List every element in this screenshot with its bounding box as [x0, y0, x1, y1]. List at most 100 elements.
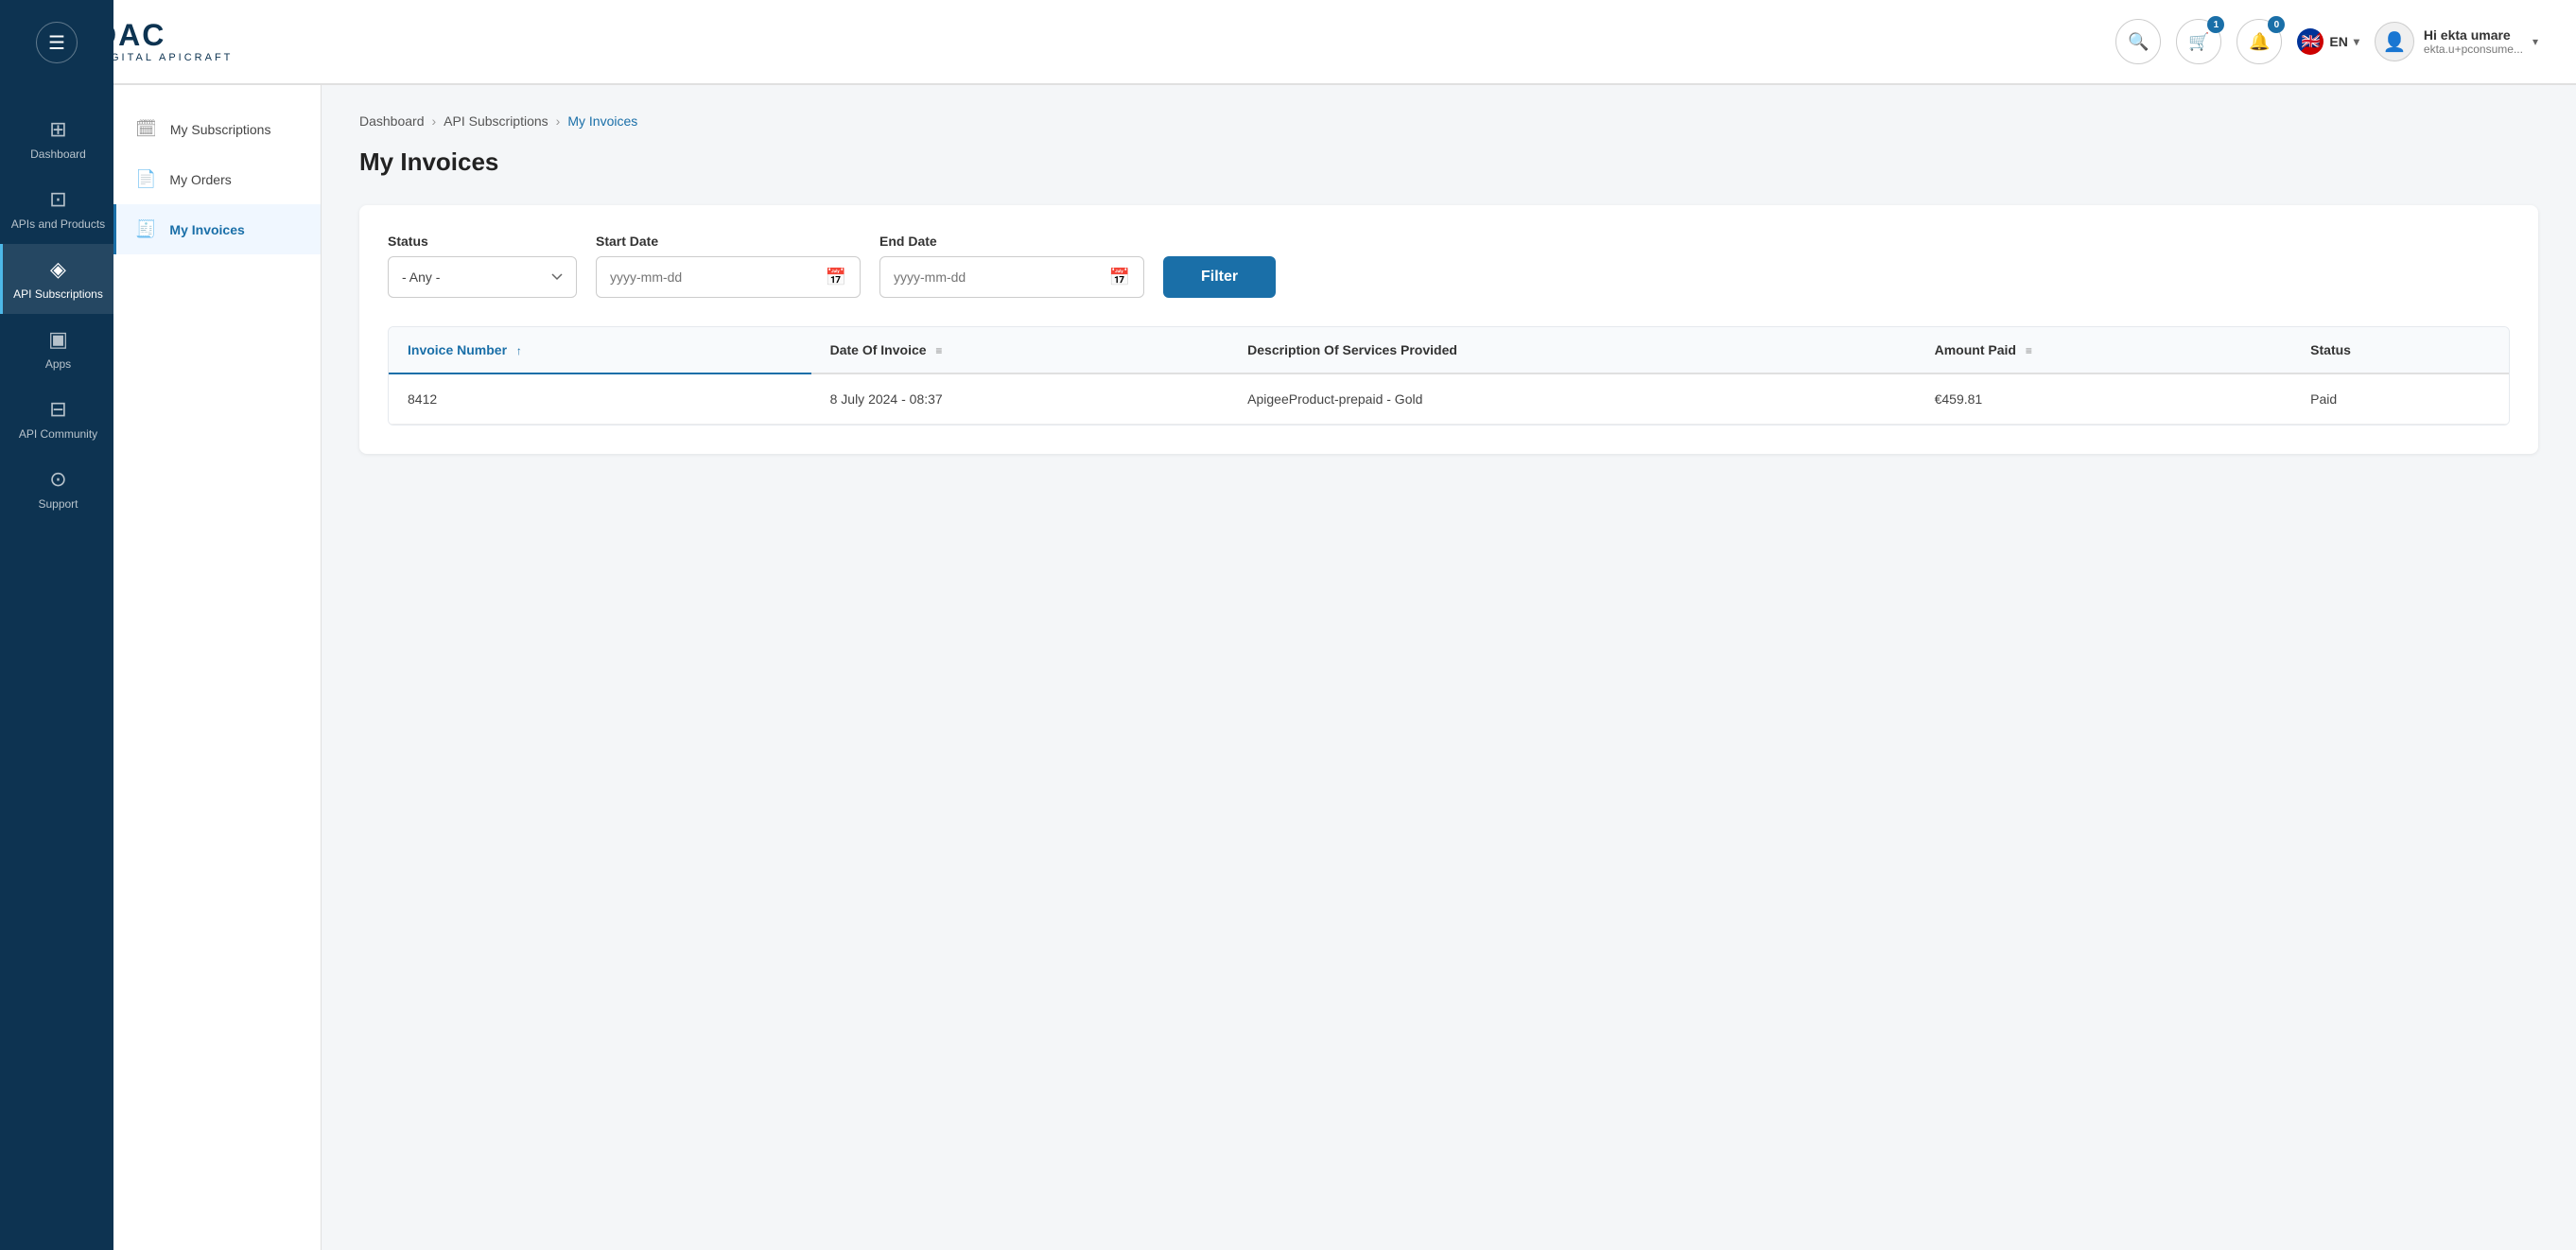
- filter-button[interactable]: Filter: [1163, 256, 1276, 298]
- cart-button[interactable]: 🛒 1: [2176, 19, 2221, 64]
- breadcrumb-my-invoices: My Invoices: [567, 113, 637, 129]
- breadcrumb-api-subscriptions[interactable]: API Subscriptions: [444, 113, 548, 129]
- sidebar-item-dashboard-label: Dashboard: [30, 148, 86, 161]
- table-body: 8412 8 July 2024 - 08:37 ApigeeProduct-p…: [389, 373, 2509, 425]
- notifications-badge: 0: [2268, 16, 2285, 33]
- breadcrumb-sep-1: ›: [432, 113, 437, 129]
- sub-sidebar: 🗓 My Subscriptions 📄 My Orders 🧾 My Invo…: [113, 85, 322, 1250]
- sidebar-item-api-subscriptions[interactable]: ◈ API Subscriptions: [0, 244, 113, 314]
- end-date-calendar-icon[interactable]: 📅: [1109, 268, 1130, 287]
- table-row[interactable]: 8412 8 July 2024 - 08:37 ApigeeProduct-p…: [389, 373, 2509, 425]
- sidebar-item-apis-label: APIs and Products: [11, 217, 105, 231]
- sidebar-toggle-header[interactable]: ☰: [0, 0, 113, 85]
- sidebar: ⊞ Dashboard ⊡ APIs and Products ◈ API Su…: [0, 85, 113, 1250]
- cell-description: ApigeeProduct-prepaid - Gold: [1228, 373, 1915, 425]
- header: ☰ DAC DIGITAL APICRAFT 🔍 🛒 1 🔔 0 🇬🇧 EN ▾…: [0, 0, 2576, 85]
- sub-sidebar-my-orders-label: My Orders: [169, 172, 231, 187]
- col-amount-paid-label: Amount Paid: [1935, 342, 2016, 357]
- sidebar-item-apis[interactable]: ⊡ APIs and Products: [0, 174, 113, 244]
- logo-text: DAC: [95, 20, 233, 50]
- user-menu[interactable]: 👤 Hi ekta umare ekta.u+pconsume... ▾: [2375, 22, 2538, 61]
- col-date-of-invoice-label: Date Of Invoice: [830, 342, 927, 357]
- breadcrumb-sep-2: ›: [556, 113, 561, 129]
- sidebar-item-dashboard[interactable]: ⊞ Dashboard: [0, 104, 113, 174]
- sidebar-item-api-community[interactable]: ⊟ API Community: [0, 384, 113, 454]
- logo-sub: DIGITAL APICRAFT: [95, 52, 233, 63]
- cell-invoice-number: 8412: [389, 373, 811, 425]
- invoices-card: Status - Any - Start Date 📅 End Date: [359, 205, 2538, 454]
- cell-status: Paid: [2291, 373, 2509, 425]
- filter-row: Status - Any - Start Date 📅 End Date: [388, 234, 2510, 298]
- support-icon: ⊙: [49, 467, 66, 492]
- cart-icon: 🛒: [2188, 32, 2209, 52]
- sidebar-item-api-community-label: API Community: [19, 427, 97, 441]
- my-invoices-icon: 🧾: [135, 219, 156, 239]
- filter-end-date-group: End Date 📅: [879, 234, 1144, 298]
- apps-icon: ▣: [48, 327, 68, 352]
- page-title: My Invoices: [359, 148, 2538, 177]
- sidebar-item-support-label: Support: [38, 497, 78, 511]
- user-avatar: 👤: [2375, 22, 2414, 61]
- api-subscriptions-icon: ◈: [50, 257, 66, 282]
- sidebar-item-api-subscriptions-label: API Subscriptions: [13, 287, 103, 301]
- status-select[interactable]: - Any -: [388, 256, 577, 298]
- invoices-table: Invoice Number ↑ Date Of Invoice ≡ Descr…: [389, 327, 2509, 425]
- cart-badge: 1: [2207, 16, 2224, 33]
- breadcrumb-dashboard[interactable]: Dashboard: [359, 113, 425, 129]
- my-orders-icon: 📄: [135, 169, 156, 189]
- col-description: Description Of Services Provided: [1228, 327, 1915, 373]
- col-amount-paid[interactable]: Amount Paid ≡: [1916, 327, 2292, 373]
- invoices-table-wrapper: Invoice Number ↑ Date Of Invoice ≡ Descr…: [388, 326, 2510, 425]
- apis-icon: ⊡: [49, 187, 66, 212]
- sidebar-item-support[interactable]: ⊙ Support: [0, 454, 113, 524]
- filter-status-group: Status - Any -: [388, 234, 577, 298]
- sub-sidebar-my-invoices-label: My Invoices: [169, 222, 244, 237]
- lang-chevron-icon: ▾: [2354, 35, 2359, 48]
- sidebar-item-apps[interactable]: ▣ Apps: [0, 314, 113, 384]
- sub-sidebar-item-my-orders[interactable]: 📄 My Orders: [113, 154, 321, 204]
- dashboard-icon: ⊞: [49, 117, 66, 142]
- notifications-icon: 🔔: [2249, 32, 2270, 52]
- main-content: Dashboard › API Subscriptions › My Invoi…: [322, 85, 2576, 1250]
- sub-sidebar-item-my-invoices[interactable]: 🧾 My Invoices: [113, 204, 321, 254]
- col-date-of-invoice[interactable]: Date Of Invoice ≡: [811, 327, 1229, 373]
- cell-amount-paid: €459.81: [1916, 373, 2292, 425]
- breadcrumb: Dashboard › API Subscriptions › My Invoi…: [359, 113, 2538, 129]
- sub-sidebar-item-my-subscriptions[interactable]: 🗓 My Subscriptions: [113, 104, 321, 154]
- user-greeting: Hi ekta umare: [2424, 27, 2523, 43]
- user-text: Hi ekta umare ekta.u+pconsume...: [2424, 27, 2523, 56]
- end-date-input-wrapper: 📅: [879, 256, 1144, 298]
- my-subscriptions-icon: 🗓: [135, 119, 157, 139]
- lang-label: EN: [2329, 34, 2347, 49]
- start-date-label: Start Date: [596, 234, 861, 249]
- table-header: Invoice Number ↑ Date Of Invoice ≡ Descr…: [389, 327, 2509, 373]
- status-label: Status: [388, 234, 577, 249]
- language-selector[interactable]: 🇬🇧 EN ▾: [2297, 28, 2358, 55]
- search-icon: 🔍: [2128, 32, 2149, 52]
- col-description-label: Description Of Services Provided: [1247, 342, 1457, 357]
- search-button[interactable]: 🔍: [2115, 19, 2161, 64]
- amount-filter-icon[interactable]: ≡: [2026, 344, 2032, 357]
- sidebar-item-apps-label: Apps: [45, 357, 71, 371]
- end-date-input[interactable]: [894, 269, 1109, 285]
- col-status: Status: [2291, 327, 2509, 373]
- header-right: 🔍 🛒 1 🔔 0 🇬🇧 EN ▾ 👤 Hi ekta umare ekta.u…: [2115, 19, 2538, 64]
- api-community-icon: ⊟: [49, 397, 66, 422]
- hamburger-icon[interactable]: ☰: [36, 22, 78, 63]
- sub-sidebar-my-subscriptions-label: My Subscriptions: [170, 122, 271, 137]
- notifications-button[interactable]: 🔔 0: [2237, 19, 2282, 64]
- invoice-number-sort-icon: ↑: [516, 344, 522, 357]
- end-date-label: End Date: [879, 234, 1144, 249]
- start-date-input-wrapper: 📅: [596, 256, 861, 298]
- date-filter-icon[interactable]: ≡: [935, 344, 942, 357]
- logo: DAC DIGITAL APICRAFT: [95, 20, 233, 63]
- user-email: ekta.u+pconsume...: [2424, 43, 2523, 56]
- cell-date-of-invoice: 8 July 2024 - 08:37: [811, 373, 1229, 425]
- user-chevron-icon: ▾: [2532, 35, 2538, 48]
- flag-icon: 🇬🇧: [2297, 28, 2324, 55]
- col-invoice-number[interactable]: Invoice Number ↑: [389, 327, 811, 373]
- col-status-label: Status: [2310, 342, 2351, 357]
- start-date-calendar-icon[interactable]: 📅: [826, 268, 846, 287]
- start-date-input[interactable]: [610, 269, 826, 285]
- col-invoice-number-label: Invoice Number: [408, 342, 507, 357]
